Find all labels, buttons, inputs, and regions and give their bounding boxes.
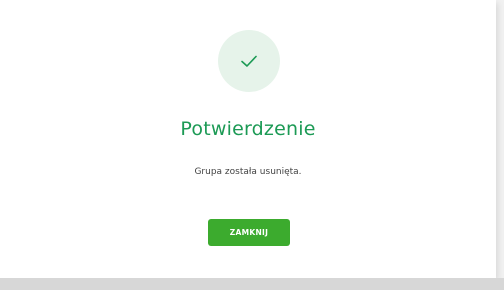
page: Potwierdzenie Grupa została usunięta. ZA… xyxy=(0,0,504,290)
success-badge xyxy=(218,30,280,92)
checkmark-icon xyxy=(241,55,257,67)
background-strip xyxy=(0,278,504,290)
dialog-title: Potwierdzenie xyxy=(180,118,316,140)
dialog-message: Grupa została usunięta. xyxy=(194,167,302,177)
close-button[interactable]: ZAMKNIJ xyxy=(208,219,290,246)
confirmation-dialog: Potwierdzenie Grupa została usunięta. ZA… xyxy=(0,0,496,278)
